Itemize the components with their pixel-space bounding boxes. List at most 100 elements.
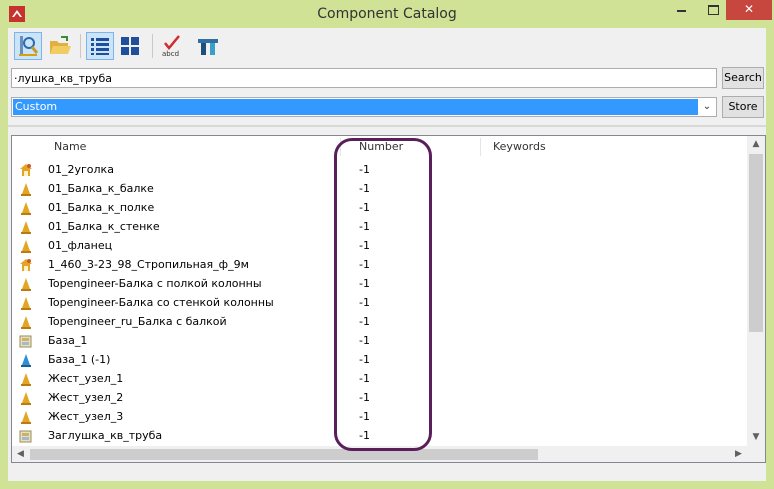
- row-name: 01_Балка_к_полке: [48, 201, 155, 214]
- row-number: -1: [359, 258, 370, 271]
- row-name: Жест_узел_2: [48, 391, 124, 404]
- list-view-icon: [91, 38, 109, 55]
- check-abcd-icon: abcd: [162, 35, 180, 58]
- divider: [8, 125, 766, 127]
- search-input[interactable]: [11, 68, 717, 88]
- table-row[interactable]: Заглушка_кв_труба -1: [12, 426, 746, 445]
- row-number: -1: [359, 220, 370, 233]
- row-number: -1: [359, 334, 370, 347]
- search-view-button[interactable]: [14, 32, 42, 60]
- title-bar[interactable]: Component Catalog: [0, 0, 774, 28]
- search-view-icon: [19, 36, 39, 56]
- component-cone-icon: [21, 392, 31, 405]
- table-row[interactable]: 01_2уголка -1: [12, 160, 746, 179]
- table-row[interactable]: 01_фланец -1: [12, 236, 746, 255]
- abcd-caption: abcd: [162, 50, 179, 58]
- row-number: -1: [359, 239, 370, 252]
- component-cone-icon: [21, 221, 31, 234]
- toolbar-separator: [152, 34, 153, 58]
- row-name: 01_Балка_к_стенке: [48, 220, 160, 233]
- component-blue-cone-icon: [21, 354, 31, 367]
- row-number: -1: [359, 296, 370, 309]
- horizontal-scroll-thumb[interactable]: [30, 449, 538, 460]
- row-name: Жест_узел_3: [48, 410, 124, 423]
- thumbnail-view-button[interactable]: [116, 32, 144, 60]
- row-number: -1: [359, 163, 370, 176]
- row-number: -1: [359, 410, 370, 423]
- table-row[interactable]: База_1 -1: [12, 331, 746, 350]
- row-name: 01_Балка_к_балке: [48, 182, 154, 195]
- column-header-name[interactable]: Name: [48, 136, 338, 158]
- beam-tool-button[interactable]: [194, 32, 222, 60]
- row-number: -1: [359, 277, 370, 290]
- open-folder-button[interactable]: [46, 32, 74, 60]
- list-view-button[interactable]: [86, 32, 114, 60]
- toolbar: abcd: [8, 28, 766, 64]
- component-cone-icon: [21, 316, 31, 329]
- chevron-down-icon[interactable]: ⌄: [698, 98, 716, 116]
- table-row[interactable]: Жест_узел_1 -1: [12, 369, 746, 388]
- component-part-icon: [19, 335, 32, 348]
- row-number: -1: [359, 201, 370, 214]
- list-header: Name Number Keywords: [12, 136, 746, 158]
- component-cone-icon: [21, 278, 31, 291]
- row-name: Topengineer_ru_Балка с балкой: [48, 315, 227, 328]
- row-name: Жест_узел_1: [48, 372, 124, 385]
- column-header-keywords[interactable]: Keywords: [487, 136, 737, 158]
- store-button[interactable]: Store: [722, 96, 764, 118]
- thumbnail-view-icon: [121, 37, 139, 55]
- scroll-left-icon[interactable]: ◀: [12, 446, 29, 462]
- row-name: База_1 (-1): [48, 353, 111, 366]
- row-name: Topengineer-Балка с полкой колонны: [48, 277, 262, 290]
- table-row[interactable]: 1_460_3-23_98_Стропильная_ф_9м -1: [12, 255, 746, 274]
- group-select[interactable]: Custom ⌄: [11, 97, 717, 117]
- row-name: База_1: [48, 334, 88, 347]
- row-number: -1: [359, 429, 370, 442]
- row-name: Заглушка_кв_труба: [48, 429, 163, 442]
- component-cone-icon: [21, 240, 31, 253]
- component-cluster-icon: [20, 259, 32, 271]
- client-area: abcd Search Custom ⌄ Store Name N: [8, 28, 766, 481]
- table-row[interactable]: 01_Балка_к_полке -1: [12, 198, 746, 217]
- column-separator[interactable]: [480, 138, 481, 156]
- minimize-button[interactable]: [668, 0, 695, 20]
- close-button[interactable]: [726, 0, 772, 20]
- table-row[interactable]: 01_Балка_к_балке -1: [12, 179, 746, 198]
- column-separator[interactable]: [340, 138, 341, 156]
- component-cone-icon: [21, 373, 31, 386]
- status-bar: [8, 465, 766, 481]
- component-cone-icon: [21, 183, 31, 196]
- search-button[interactable]: Search: [722, 67, 764, 89]
- component-cone-icon: [21, 411, 31, 424]
- row-number: -1: [359, 353, 370, 366]
- table-row[interactable]: База_1 (-1) -1: [12, 350, 746, 369]
- component-list: Name Number Keywords 01_2уголка -1 01_Балк…: [11, 135, 766, 463]
- component-cone-icon: [21, 202, 31, 215]
- vertical-scroll-thumb[interactable]: [749, 154, 763, 332]
- component-cone-icon: [21, 297, 31, 310]
- maximize-button[interactable]: [699, 0, 726, 20]
- table-row[interactable]: Topengineer_ru_Балка с балкой -1: [12, 312, 746, 331]
- row-number: -1: [359, 182, 370, 195]
- vertical-scrollbar[interactable]: ▲ ▼: [747, 136, 765, 446]
- scroll-up-icon[interactable]: ▲: [747, 136, 765, 153]
- row-number: -1: [359, 372, 370, 385]
- table-row[interactable]: Topengineer-Балка с полкой колонны -1: [12, 274, 746, 293]
- scroll-right-icon[interactable]: ▶: [730, 446, 747, 462]
- horizontal-scrollbar[interactable]: ◀ ▶: [12, 446, 747, 462]
- component-part-icon: [19, 430, 32, 443]
- row-number: -1: [359, 391, 370, 404]
- row-name: 01_2уголка: [48, 163, 114, 176]
- table-row[interactable]: Жест_узел_2 -1: [12, 388, 746, 407]
- table-row[interactable]: Жест_узел_3 -1: [12, 407, 746, 426]
- row-name: 1_460_3-23_98_Стропильная_ф_9м: [48, 258, 249, 271]
- check-abcd-button[interactable]: abcd: [158, 32, 186, 60]
- table-row[interactable]: Topengineer-Балка со стенкой колонны -1: [12, 293, 746, 312]
- row-number: -1: [359, 315, 370, 328]
- table-row[interactable]: 01_Балка_к_стенке -1: [12, 217, 746, 236]
- beam-tool-icon: [198, 39, 218, 55]
- component-catalog-window: Component Catalog ✕ abcd ·лушка_кв_труба…: [0, 0, 774, 489]
- component-cluster-icon: [20, 164, 32, 176]
- column-header-number[interactable]: Number: [353, 136, 481, 158]
- scroll-down-icon[interactable]: ▼: [747, 429, 765, 446]
